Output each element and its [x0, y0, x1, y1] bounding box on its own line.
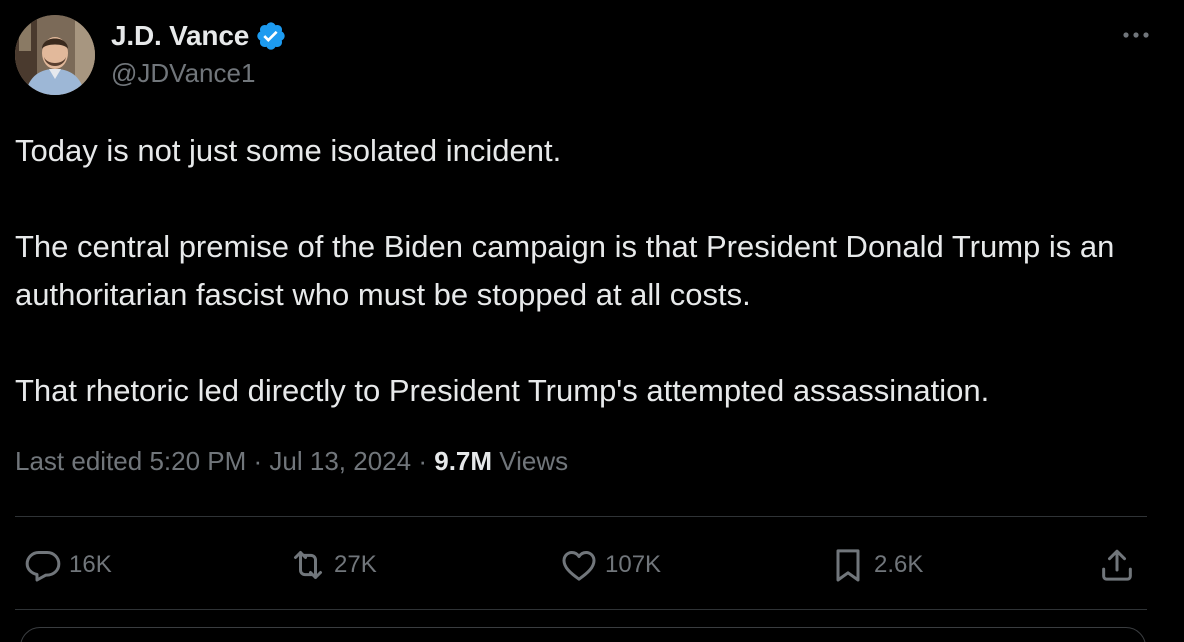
- like-count: 107K: [605, 551, 662, 578]
- author-name-row: J.D. Vance: [111, 16, 287, 56]
- share-icon: [1102, 549, 1132, 581]
- tweet-meta: Last edited 5:20 PM · Jul 13, 2024 · 9.7…: [15, 446, 568, 477]
- retweet-button[interactable]: 27K: [288, 537, 377, 593]
- meta-separator: ·: [253, 446, 263, 476]
- tweet-paragraph: That rhetoric led directly to President …: [15, 373, 990, 408]
- reply-icon: [25, 551, 61, 582]
- tweet-time[interactable]: 5:20 PM: [149, 446, 246, 476]
- meta-separator: ·: [418, 446, 427, 476]
- tweet-detail: J.D. Vance @JDVance1 Today is not just s…: [0, 0, 1184, 642]
- share-button[interactable]: [1097, 537, 1137, 593]
- retweet-icon: [294, 551, 322, 579]
- tweet-paragraph: Today is not just some isolated incident…: [15, 133, 562, 168]
- like-button[interactable]: 107K: [559, 537, 661, 593]
- tweet-text: Today is not just some isolated incident…: [15, 127, 1165, 415]
- views-label[interactable]: Views: [499, 446, 568, 476]
- divider: [15, 516, 1147, 517]
- author-handle[interactable]: @JDVance1: [111, 58, 255, 89]
- last-edited-label[interactable]: Last edited: [15, 446, 142, 476]
- bookmark-icon: [836, 549, 860, 582]
- tweet-date[interactable]: Jul 13, 2024: [269, 446, 411, 476]
- avatar[interactable]: [15, 15, 95, 95]
- retweet-count: 27K: [334, 551, 377, 578]
- tweet-paragraph: The central premise of the Biden campaig…: [15, 229, 1115, 312]
- reply-count: 16K: [69, 551, 112, 578]
- avatar-image: [15, 15, 95, 95]
- divider: [15, 609, 1147, 610]
- reply-button[interactable]: 16K: [23, 537, 112, 593]
- reply-input[interactable]: [20, 627, 1146, 642]
- verified-badge-icon[interactable]: [255, 20, 287, 52]
- bookmark-count: 2.6K: [874, 551, 924, 578]
- author-display-name[interactable]: J.D. Vance: [111, 20, 249, 52]
- heart-icon: [562, 551, 596, 581]
- tweet-actions: 16K 27K 107K 2.6K: [15, 537, 1147, 593]
- views-count[interactable]: 9.7M: [434, 446, 492, 476]
- more-horizontal-icon[interactable]: [1118, 20, 1154, 50]
- bookmark-button[interactable]: 2.6K: [828, 537, 923, 593]
